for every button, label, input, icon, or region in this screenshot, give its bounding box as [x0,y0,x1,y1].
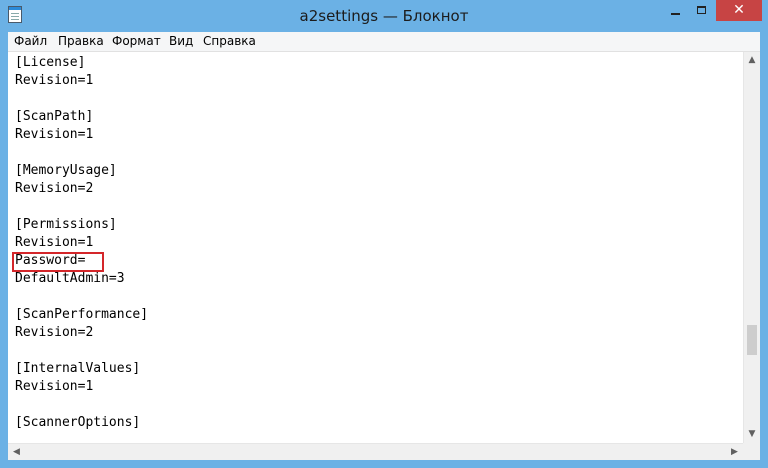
text-line: Revision=1 [15,379,94,394]
scrollbar-corner [743,443,760,460]
window-title: a2settings — Блокнот [299,7,469,25]
text-line [15,396,148,414]
text-line: Revision=2 [15,325,94,340]
menu-bar: Файл Правка Формат Вид Справка [8,32,760,52]
scroll-left-arrow-icon[interactable]: ◀ [8,444,25,460]
horizontal-scrollbar[interactable]: ◀ ▶ [8,443,743,460]
text-editor[interactable]: [License] Revision=1 [ScanPath] Revision… [8,52,760,460]
menu-help[interactable]: Справка [203,32,256,51]
menu-file[interactable]: Файл [14,32,47,51]
text-line: [Permissions] [15,217,117,232]
text-line [15,144,148,162]
vertical-scroll-thumb[interactable] [747,325,757,355]
text-line: Revision=1 [15,235,94,250]
scroll-down-arrow-icon[interactable]: ▼ [744,426,760,443]
menu-format[interactable]: Формат [112,32,161,51]
text-line: [License] [15,55,86,70]
text-line: [ScannerOptions] [15,415,141,430]
text-line [15,198,148,216]
menu-edit[interactable]: Правка [58,32,104,51]
text-line: [MemoryUsage] [15,163,117,178]
menu-view[interactable]: Вид [169,32,193,51]
text-line: Revision=1 [15,127,94,142]
close-button[interactable]: ✕ [716,0,762,21]
maximize-icon [697,6,706,14]
text-line [15,90,148,108]
text-line: [ScanPerformance] [15,307,149,322]
vertical-scrollbar[interactable]: ▲ ▼ [743,52,760,443]
text-line: Revision=1 [15,73,94,88]
maximize-button[interactable] [689,0,715,21]
text-line: [InternalValues] [15,361,141,376]
document-text: [License] Revision=1 [ScanPath] Revision… [15,54,148,432]
scroll-right-arrow-icon[interactable]: ▶ [726,444,743,460]
title-bar[interactable]: a2settings — Блокнот ✕ [0,0,768,32]
text-line: DefaultAdmin=3 [15,271,125,286]
minimize-button[interactable] [662,0,688,21]
text-line: Revision=2 [15,181,94,196]
scroll-up-arrow-icon[interactable]: ▲ [744,52,760,69]
text-line [15,288,148,306]
close-icon: ✕ [733,2,745,18]
password-highlight-box [12,252,104,272]
text-line [15,342,148,360]
text-line: [ScanPath] [15,109,94,124]
notepad-window: a2settings — Блокнот ✕ Файл Правка Форма… [0,0,768,468]
minimize-icon [671,13,680,15]
